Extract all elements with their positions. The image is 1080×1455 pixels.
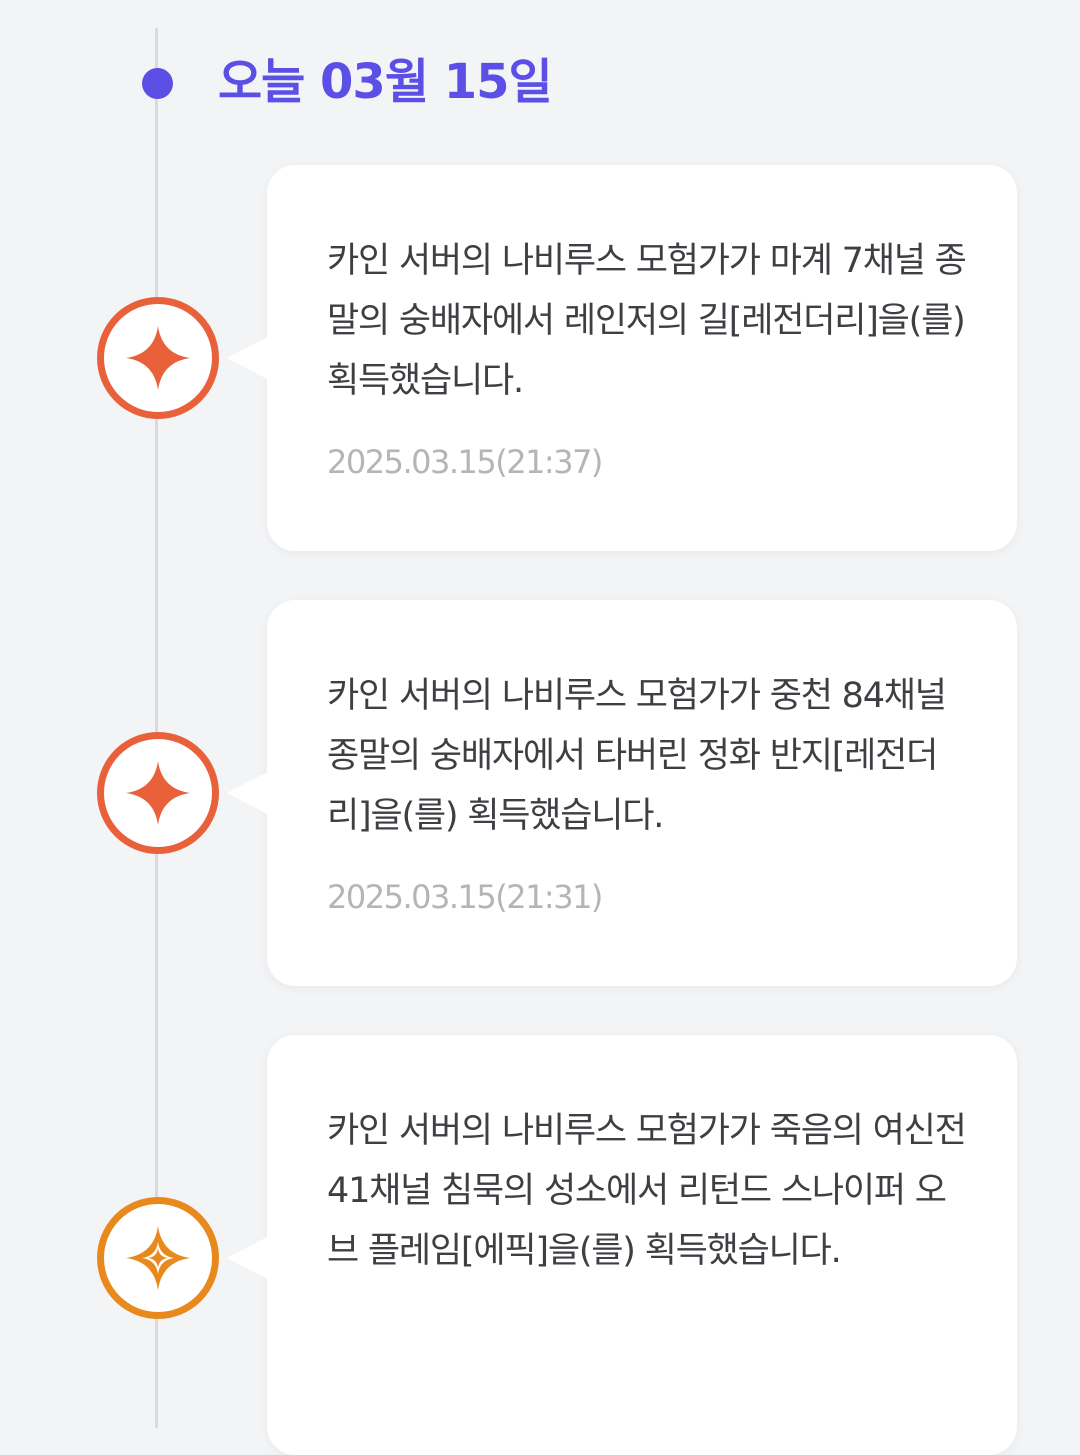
card-timestamp: 2025.03.15(21:37) xyxy=(327,443,603,481)
legendary-star-icon xyxy=(122,322,194,394)
card-pointer xyxy=(227,336,269,380)
epic-badge xyxy=(97,1197,219,1319)
card-message: 카인 서버의 나비루스 모험가가 마계 7채널 종말의 숭배자에서 레인저의 길… xyxy=(327,241,967,401)
card-timestamp: 2025.03.15(21:31) xyxy=(327,878,603,916)
legendary-badge xyxy=(97,732,219,854)
card-message: 카인 서버의 나비루스 모험가가 죽음의 여신전 41채널 침묵의 성소에서 리… xyxy=(327,1111,967,1271)
notification-card[interactable]: 카인 서버의 나비루스 모험가가 죽음의 여신전 41채널 침묵의 성소에서 리… xyxy=(227,1035,1017,1455)
notification-card[interactable]: 카인 서버의 나비루스 모험가가 중천 84채널 종말의 숭배자에서 타버린 정… xyxy=(227,600,1017,986)
card-pointer xyxy=(227,1236,269,1280)
epic-star-icon xyxy=(122,1222,194,1294)
date-dot xyxy=(142,68,173,99)
card-message: 카인 서버의 나비루스 모험가가 중천 84채널 종말의 숭배자에서 타버린 정… xyxy=(327,676,947,836)
legendary-star-icon xyxy=(122,757,194,829)
date-header: 오늘 03월 15일 xyxy=(218,54,553,110)
notification-card[interactable]: 카인 서버의 나비루스 모험가가 마계 7채널 종말의 숭배자에서 레인저의 길… xyxy=(227,165,1017,551)
card-pointer xyxy=(227,771,269,815)
legendary-badge xyxy=(97,297,219,419)
